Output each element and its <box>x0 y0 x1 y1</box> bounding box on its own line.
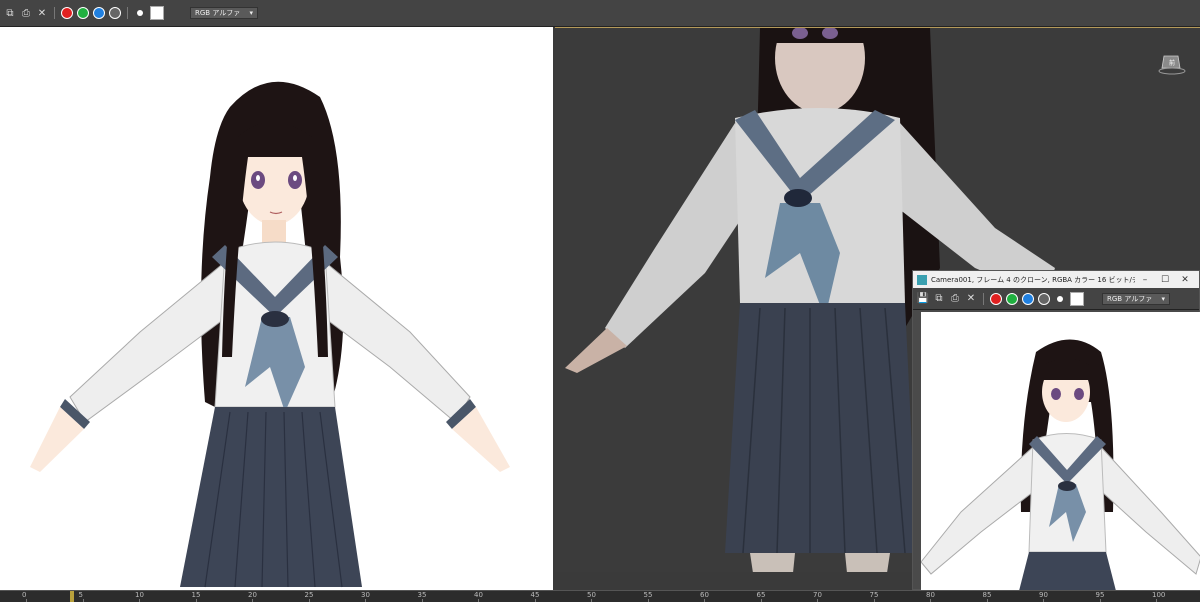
save-icon[interactable]: 💾 <box>917 293 929 305</box>
copy-icon[interactable]: ⧉ <box>4 7 16 19</box>
window-title: Camera001, フレーム 4 のクローン, RGBA カラー 16 ビット… <box>931 275 1135 284</box>
float-render-toolbar: 💾 ⧉ ⎙ ✕ RGB アルファ ▾ <box>913 288 1199 310</box>
blue-channel-button[interactable] <box>1022 292 1034 305</box>
timeline-tick-label: 20 <box>248 591 257 599</box>
chevron-down-icon: ▾ <box>249 9 253 17</box>
green-channel-button[interactable] <box>1006 292 1018 305</box>
time-slider-handle[interactable] <box>70 591 74 602</box>
background-color-swatch[interactable] <box>1070 291 1084 306</box>
timeline-tick-label: 45 <box>530 591 540 599</box>
timeline-tick-label: 85 <box>982 591 992 599</box>
render-toolbar: ⧉ ⎙ ✕ RGB アルファ ▾ <box>0 0 555 27</box>
timeline-tick-label: 30 <box>361 591 370 599</box>
timeline-tick-label: 90 <box>1039 591 1048 599</box>
viewcube-icon[interactable]: 前 <box>1158 48 1186 76</box>
window-title-bar[interactable]: Camera001, フレーム 4 のクローン, RGBA カラー 16 ビット… <box>913 271 1199 288</box>
timeline-tick-label: 75 <box>869 591 879 599</box>
alpha-channel-button[interactable] <box>1038 292 1050 305</box>
clear-icon[interactable]: ✕ <box>965 293 977 305</box>
timeline-tick-label: 60 <box>700 591 709 599</box>
mono-icon[interactable] <box>137 10 143 16</box>
timeline-tick-label: 5 <box>78 591 83 599</box>
character-render <box>30 81 510 588</box>
timeline-tick-label: 50 <box>587 591 596 599</box>
chevron-down-icon: ▾ <box>1161 294 1165 303</box>
small-character-render <box>921 339 1200 591</box>
timeline-tick-label: 70 <box>813 591 822 599</box>
timeline-tick-label: 15 <box>191 591 201 599</box>
timeline-tick-label: 65 <box>756 591 766 599</box>
display-channel-dropdown[interactable]: RGB アルファ ▾ <box>190 7 258 19</box>
toolbar-separator <box>54 7 55 19</box>
green-channel-button[interactable] <box>77 7 89 19</box>
viewcube-label: 前 <box>1169 59 1175 67</box>
red-channel-button[interactable] <box>990 292 1002 305</box>
maximize-button[interactable]: ☐ <box>1155 275 1175 285</box>
timeline-tick-label: 10 <box>135 591 144 599</box>
copy-icon[interactable]: ⧉ <box>933 293 945 305</box>
timeline-tick-label: 80 <box>926 591 935 599</box>
timeline-tick-label: 25 <box>304 591 314 599</box>
print-icon[interactable]: ⎙ <box>20 7 32 19</box>
app-root: ⧉ ⎙ ✕ RGB アルファ ▾ 前 Camera001, フレーム 4 のクロ… <box>0 0 1200 602</box>
toolbar-separator <box>983 292 984 305</box>
minimize-button[interactable]: – <box>1135 275 1155 285</box>
dropdown-label: RGB アルファ <box>195 9 241 17</box>
timeline-tick-label: 55 <box>643 591 653 599</box>
rendered-frame-image <box>0 27 553 590</box>
timeline-tick-label: 40 <box>474 591 483 599</box>
app-icon <box>917 274 927 285</box>
toolbar-separator <box>127 7 128 19</box>
display-channel-dropdown[interactable]: RGB アルファ ▾ <box>1102 292 1170 305</box>
small-rendered-image <box>921 312 1200 591</box>
red-channel-button[interactable] <box>61 7 73 19</box>
viewport-header <box>555 0 1200 27</box>
time-slider-track[interactable]: 0 5 10 15 20 25 30 35 40 45 50 55 60 65 70 75 80 85 90 95 10… <box>0 590 1200 602</box>
timeline-tick-label: 35 <box>417 591 427 599</box>
mono-icon[interactable] <box>1057 295 1063 302</box>
clear-icon[interactable]: ✕ <box>36 7 48 19</box>
background-color-swatch[interactable] <box>150 6 164 20</box>
dropdown-label: RGB アルファ <box>1107 294 1153 303</box>
timeline-tick-label: 0 <box>22 591 27 599</box>
alpha-channel-button[interactable] <box>109 7 121 19</box>
rendered-frame-window[interactable]: Camera001, フレーム 4 のクローン, RGBA カラー 16 ビット… <box>912 270 1200 591</box>
print-icon[interactable]: ⎙ <box>949 293 961 305</box>
close-button[interactable]: ✕ <box>1175 275 1195 285</box>
timeline-tick-label: 95 <box>1095 591 1105 599</box>
blue-channel-button[interactable] <box>93 7 105 19</box>
timeline-tick-label: 100 <box>1152 591 1166 599</box>
